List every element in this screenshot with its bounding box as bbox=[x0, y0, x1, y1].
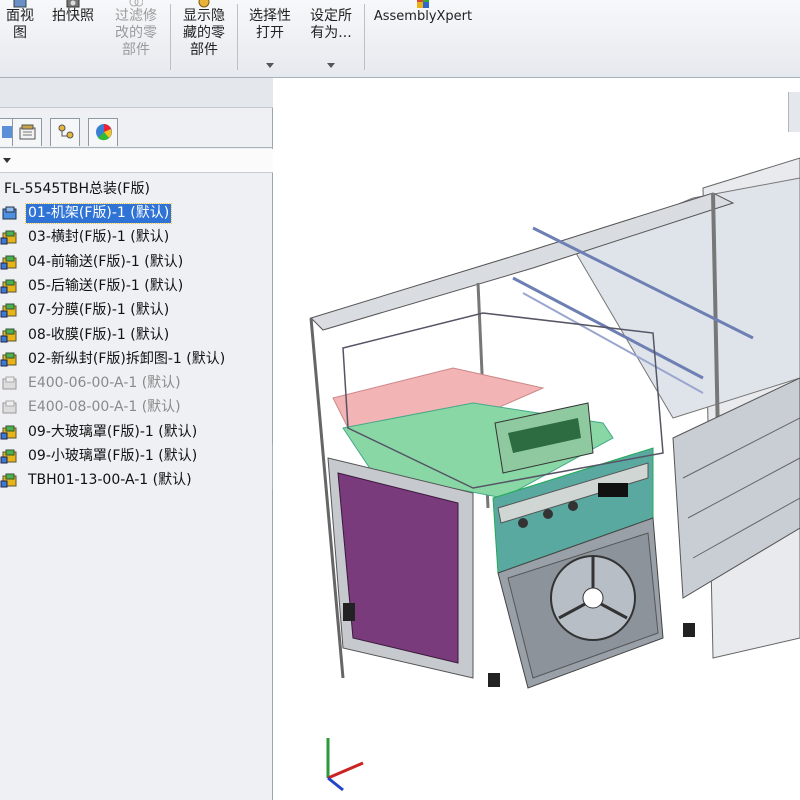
camera-icon bbox=[66, 0, 80, 8]
tree-node[interactable]: E400-08-00-A-1 (默认) bbox=[0, 396, 273, 418]
tree-filter-bar[interactable] bbox=[0, 149, 273, 173]
section-view-button[interactable]: 面视 图 bbox=[0, 0, 40, 76]
chevron-down-icon[interactable] bbox=[3, 158, 11, 163]
tree-node[interactable]: 09-小玻璃罩(F版)-1 (默认) bbox=[0, 445, 273, 467]
tree-node[interactable]: 03-横封(F版)-1 (默认) bbox=[0, 226, 273, 248]
tree-node[interactable]: 07-分膜(F版)-1 (默认) bbox=[0, 299, 273, 321]
filter-icon bbox=[129, 0, 143, 7]
view-toolbar-handle[interactable] bbox=[788, 92, 800, 132]
subassembly-icon bbox=[0, 352, 17, 367]
tree-node-label: 04-前输送(F版)-1 (默认) bbox=[28, 253, 184, 270]
property-manager-tab[interactable] bbox=[12, 118, 42, 146]
manager-tabs bbox=[0, 114, 273, 148]
tree-node-label: 01-机架(F版)-1 (默认) bbox=[24, 203, 173, 224]
chevron-down-icon[interactable] bbox=[327, 63, 335, 68]
subassembly-icon bbox=[0, 328, 17, 342]
feature-manager-panel: FL-5545TBH总装(F版) 01-机架(F版)-1 (默认) 03-横封(F… bbox=[0, 78, 273, 800]
assembly-root-node[interactable]: FL-5545TBH总装(F版) bbox=[4, 178, 150, 198]
property-manager-icon bbox=[19, 124, 36, 140]
suppressed-assembly-icon bbox=[2, 400, 17, 414]
tree-node[interactable]: 09-大玻璃罩(F版)-1 (默认) bbox=[0, 421, 273, 443]
selective-open-button[interactable]: 选择性 打开 bbox=[240, 0, 300, 76]
tree-node[interactable]: 01-机架(F版)-1 (默认) bbox=[0, 202, 273, 224]
tree-node[interactable]: TBH01-13-00-A-1 (默认) bbox=[0, 469, 273, 491]
tree-node[interactable]: 02-新纵封(F版)拆卸图-1 (默认) bbox=[0, 348, 273, 370]
assemblyxpert-icon bbox=[417, 0, 429, 8]
tree-node-label: 09-大玻璃罩(F版)-1 (默认) bbox=[28, 423, 198, 440]
assemblyxpert-button[interactable]: AssemblyXpert bbox=[368, 0, 478, 76]
subassembly-icon bbox=[0, 230, 17, 245]
tree-node-label: TBH01-13-00-A-1 (默认) bbox=[28, 472, 192, 489]
filter-modified-components-button[interactable]: 过滤修 改的零 部件 bbox=[106, 0, 166, 76]
show-hidden-icon bbox=[198, 0, 210, 8]
ribbon-separator bbox=[364, 4, 365, 70]
solidworks-window: 面视 图 拍快照 过滤修 改的零 部件 显示隐 藏的零 部件 选择性 打开 设定… bbox=[0, 0, 800, 800]
ribbon-separator bbox=[170, 4, 171, 70]
tree-node-label: E400-08-00-A-1 (默认) bbox=[28, 399, 181, 416]
subassembly-icon bbox=[0, 279, 17, 294]
ribbon-separator bbox=[237, 4, 238, 70]
tree-node[interactable]: E400-06-00-A-1 (默认) bbox=[0, 372, 273, 394]
subassembly-icon bbox=[0, 255, 17, 270]
chevron-down-icon[interactable] bbox=[266, 63, 274, 68]
tree-node[interactable]: 08-收膜(F版)-1 (默认) bbox=[0, 324, 273, 346]
section-view-icon bbox=[13, 0, 27, 8]
subassembly-icon bbox=[0, 473, 17, 488]
tree-node-label: E400-06-00-A-1 (默认) bbox=[28, 375, 181, 392]
tree-node-label: 05-后输送(F版)-1 (默认) bbox=[28, 277, 184, 294]
suppressed-assembly-icon bbox=[2, 376, 17, 390]
subassembly-icon bbox=[0, 303, 17, 318]
graphics-area[interactable] bbox=[273, 78, 800, 800]
show-hidden-components-button[interactable]: 显示隐 藏的零 部件 bbox=[174, 0, 234, 76]
tree-node-label: 09-小玻璃罩(F版)-1 (默认) bbox=[28, 448, 198, 464]
tree-node-label: 02-新纵封(F版)拆卸图-1 (默认) bbox=[28, 350, 226, 367]
tree-node[interactable]: 04-前输送(F版)-1 (默认) bbox=[0, 251, 273, 273]
subassembly-icon bbox=[2, 206, 17, 220]
configuration-manager-tab[interactable] bbox=[50, 118, 80, 146]
coordinate-triad-icon bbox=[326, 738, 364, 792]
panel-header-strip bbox=[0, 78, 273, 108]
display-manager-tab[interactable] bbox=[88, 118, 118, 146]
tree-node-label: 07-分膜(F版)-1 (默认) bbox=[28, 302, 170, 319]
set-all-button[interactable]: 设定所 有为... bbox=[302, 0, 360, 76]
tree-node[interactable]: 05-后输送(F版)-1 (默认) bbox=[0, 275, 273, 297]
display-manager-icon bbox=[96, 124, 112, 141]
assembly-3d-model[interactable] bbox=[273, 78, 800, 800]
tree-node-label: 03-横封(F版)-1 (默认) bbox=[28, 229, 170, 246]
tree-node-label: 08-收膜(F版)-1 (默认) bbox=[28, 326, 170, 343]
take-snapshot-button[interactable]: 拍快照 bbox=[44, 0, 102, 76]
subassembly-icon bbox=[0, 449, 17, 464]
subassembly-icon bbox=[0, 425, 17, 440]
configuration-manager-icon bbox=[58, 124, 74, 139]
command-ribbon: 面视 图 拍快照 过滤修 改的零 部件 显示隐 藏的零 部件 选择性 打开 设定… bbox=[0, 0, 800, 78]
